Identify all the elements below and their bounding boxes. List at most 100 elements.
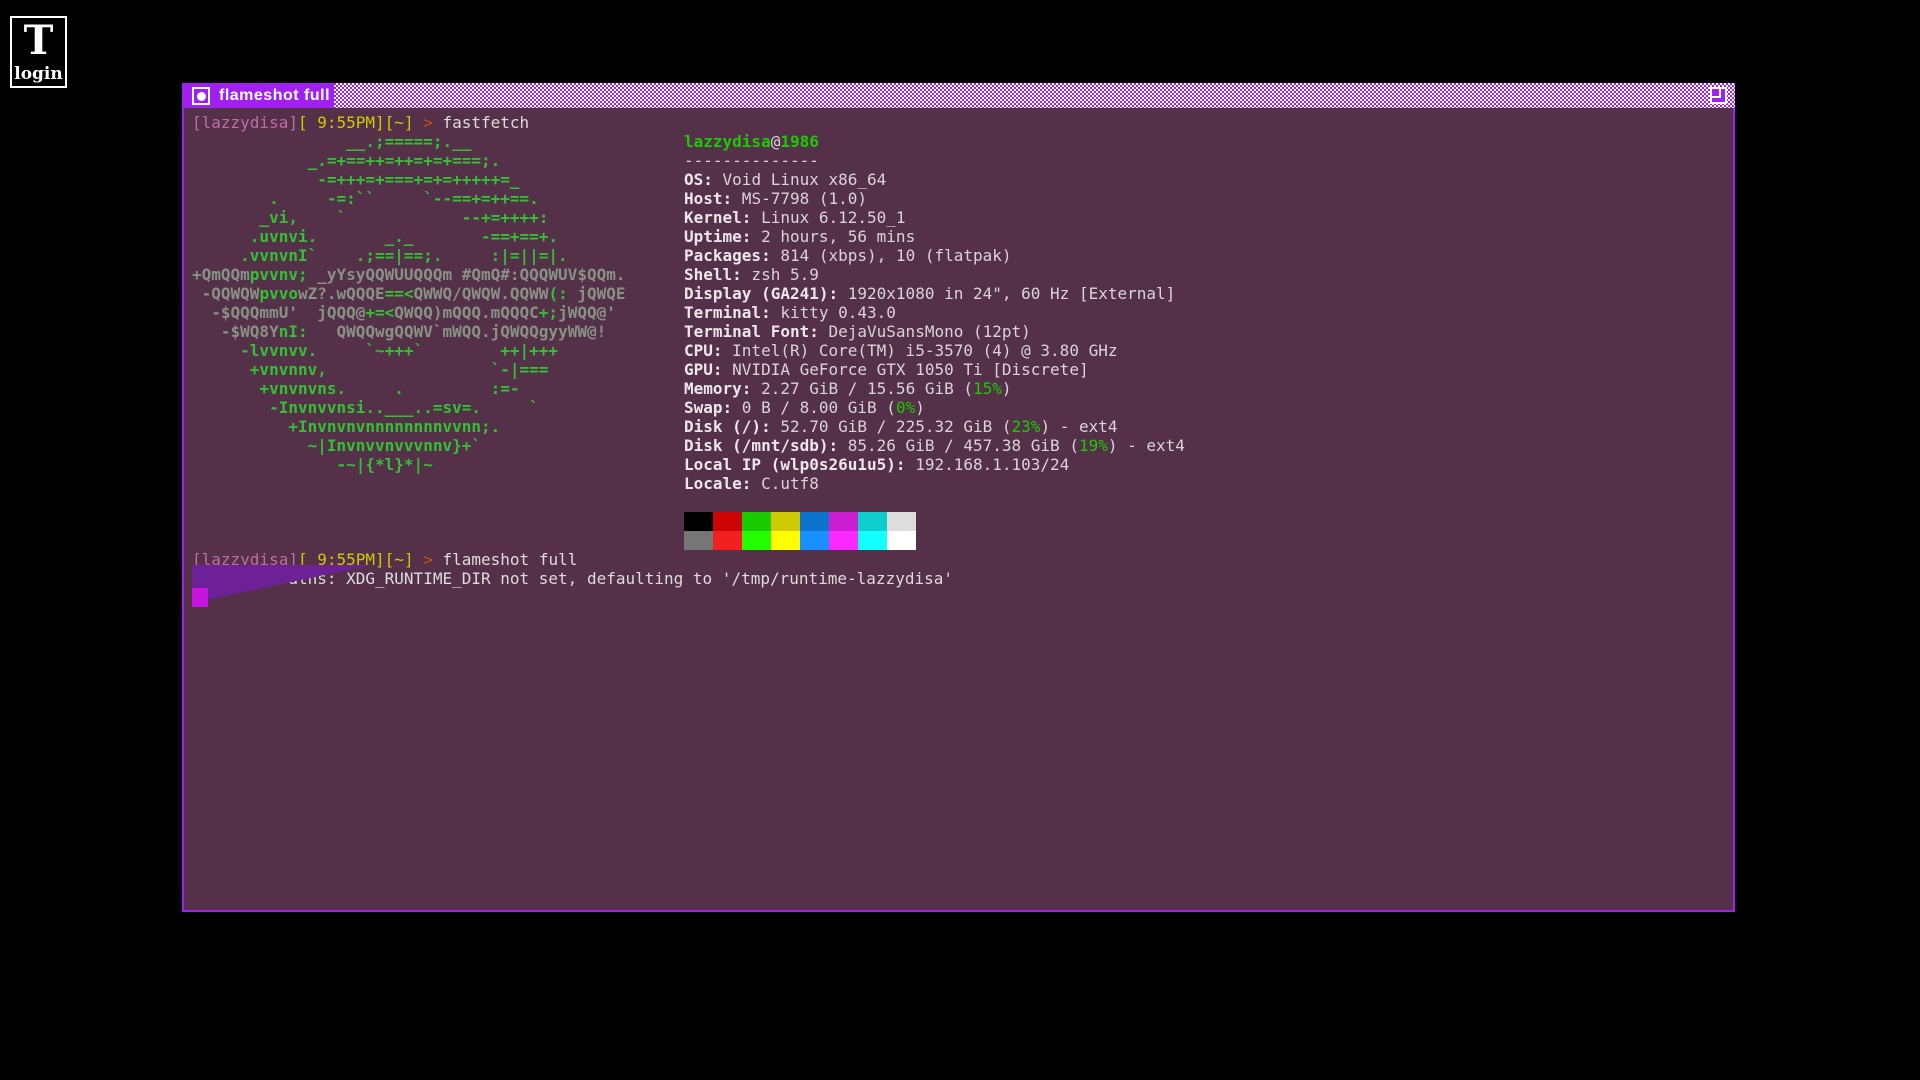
text-segment: -QQWQW [192,284,259,303]
text-segment: -$WQ8Y [192,322,279,341]
info-line: Local IP (wlp0s26u1u5): 192.168.1.103/24 [684,455,1185,474]
text-segment: .vvnvnI` .;==|==;. :|=||=|. [192,246,568,265]
text-segment: kitty 0.43.0 [771,303,896,322]
palette-swatch [771,512,800,531]
text-segment: Display (GA241): [684,284,838,303]
info-line: lazzydisa@1986 [684,132,1185,151]
text-segment: NVIDIA GeForce GTX 1050 Ti [Discrete] [723,360,1089,379]
info-line: Disk (/mnt/sdb): 85.26 GiB / 457.38 GiB … [684,436,1185,455]
palette-swatch [858,531,887,550]
text-segment: 2 hours, 56 mins [751,227,915,246]
info-line: Locale: C.utf8 [684,474,1185,493]
text-segment: Kernel: [684,208,751,227]
info-line: Packages: 814 (xbps), 10 (flatpak) [684,246,1185,265]
fastfetch-info-block: lazzydisa@1986--------------OS: Void Lin… [684,132,1185,493]
text-segment: ) [915,398,925,417]
text-segment: Shell: [684,265,742,284]
text-segment: 85.26 GiB / 457.38 GiB ( [838,436,1079,455]
login-desktop-icon[interactable]: T login [10,16,67,88]
info-line: GPU: NVIDIA GeForce GTX 1050 Ti [Discret… [684,360,1185,379]
resize-icon[interactable] [1710,87,1727,104]
ascii-art-line: . -=:`` `--==+=++==. [192,189,626,208]
text-segment: Locale: [684,474,751,493]
text-segment: +Invnvnvnnnnnnnnvvnn;. [192,417,500,436]
text-segment: +vnvnnv, `-|=== [192,360,548,379]
text-segment: DejaVuSansMono (12pt) [819,322,1031,341]
text-segment: GPU: [684,360,723,379]
text-segment: 15% [973,379,1002,398]
window-titlebar[interactable]: flameshot full [182,83,1735,108]
text-segment: wZ?.wQQQE [298,284,385,303]
text-segment: Intel(R) Core(TM) i5-3570 (4) @ 3.80 GHz [723,341,1118,360]
text-segment: OS: [684,170,713,189]
ascii-art-line: __.;=====;.__ [192,132,626,151]
login-icon-label: login [12,64,65,84]
info-line: Swap: 0 B / 8.00 GiB (0%) [684,398,1185,417]
text-segment: pvvnv; [250,265,308,284]
text-segment: Host: [684,189,732,208]
palette-swatch [858,512,887,531]
terminal-window: flameshot full [lazzydisa][ 9:55PM][~] >… [182,83,1735,912]
desktop: T login flameshot full [lazzydisa][ 9:55… [0,0,1920,1080]
ascii-art-line: -$WQ8YnI: QWQQwgQQWV`mWQQ.jQWQQgyyWW@! [192,322,626,341]
window-title: flameshot full [219,87,330,105]
text-segment: 0% [896,398,915,417]
text-segment: flameshot full [442,550,577,569]
text-segment: > [414,113,443,132]
text-segment: Memory: [684,379,751,398]
palette-row [684,512,916,531]
terminal-cursor [192,588,208,607]
text-segment: +=< [365,303,394,322]
text-segment: Void Linux x86_64 [713,170,886,189]
text-segment: 1920x1080 in 24", 60 Hz [External] [838,284,1175,303]
text-segment: Packages: [684,246,771,265]
info-line: Memory: 2.27 GiB / 15.56 GiB (15%) [684,379,1185,398]
ascii-art-line: +Invnvnvnnnnnnnnvvnn;. [192,417,626,436]
text-segment: Local IP (wlp0s26u1u5): [684,455,906,474]
ascii-art-line: _vi, ` --+=++++: [192,208,626,227]
palette-row [684,531,916,550]
ascii-art-line: _.=+==++=++=+=+===;. [192,151,626,170]
text-segment: pvvo [259,284,298,303]
palette-swatch [887,531,916,550]
text-segment: Terminal Font: [684,322,819,341]
text-segment: [ 9:55PM] [298,113,385,132]
text-segment: jQWQE [577,284,625,303]
text-segment: ) - ext4 [1040,417,1117,436]
text-segment: _yYsyQQWUUQQQm #QmQ#:QQQWUV$QQm. [308,265,626,284]
info-line: Shell: zsh 5.9 [684,265,1185,284]
info-line: Display (GA241): 1920x1080 in 24", 60 Hz… [684,284,1185,303]
void-linux-ascii-logo: __.;=====;.__ _.=+==++=++=+=+===;. -=+++… [192,132,626,474]
palette-swatch [800,512,829,531]
ascii-art-line: -Invnvvnsi..___..=sv=. ` [192,398,626,417]
ascii-art-line: -QQWQWpvvowZ?.wQQQE==<QWWQ/QWQW.QQWW(: j… [192,284,626,303]
terminal-screen[interactable]: [lazzydisa][ 9:55PM][~] > fastfetch __.;… [184,108,1733,910]
text-segment: -=+++=+===+=+=+++++=_ [192,170,520,189]
text-segment: -------------- [684,151,819,170]
text-segment: 0 B / 8.00 GiB ( [732,398,896,417]
text-segment: __.;=====;.__ [192,132,471,151]
info-line: CPU: Intel(R) Core(TM) i5-3570 (4) @ 3.8… [684,341,1185,360]
text-segment: 814 (xbps), 10 (flatpak) [771,246,1012,265]
palette-swatch [713,531,742,550]
palette-swatch [742,512,771,531]
text-segment: @ [771,132,781,151]
text-segment: -Invnvvnsi..___..=sv=. ` [192,398,539,417]
palette-swatch [742,531,771,550]
ascii-art-line: +QmQQmpvvnv; _yYsyQQWUUQQQm #QmQ#:QQQWUV… [192,265,626,284]
window-menu-icon[interactable] [192,87,210,105]
terminal-color-palette [684,512,916,550]
text-segment: +QmQQm [192,265,250,284]
info-line: Host: MS-7798 (1.0) [684,189,1185,208]
titlebar-stipple[interactable] [334,83,1735,108]
text-segment: -$QQQmmU' jQQQ@ [192,303,365,322]
text-segment: QWQQ)mQQQ.mQQQC [394,303,539,322]
text-segment: 1986 [780,132,819,151]
text-segment: 52.70 GiB / 225.32 GiB ( [771,417,1012,436]
text-segment: .uvnvi. _._ -==+==+. [192,227,558,246]
text-segment: Terminal: [684,303,771,322]
text-segment: . -=:`` `--==+=++==. [192,189,539,208]
text-segment: nI: [279,322,308,341]
text-segment: _vi, ` --+=++++: [192,208,548,227]
text-segment: -~|{*l}*|~ [192,455,433,474]
